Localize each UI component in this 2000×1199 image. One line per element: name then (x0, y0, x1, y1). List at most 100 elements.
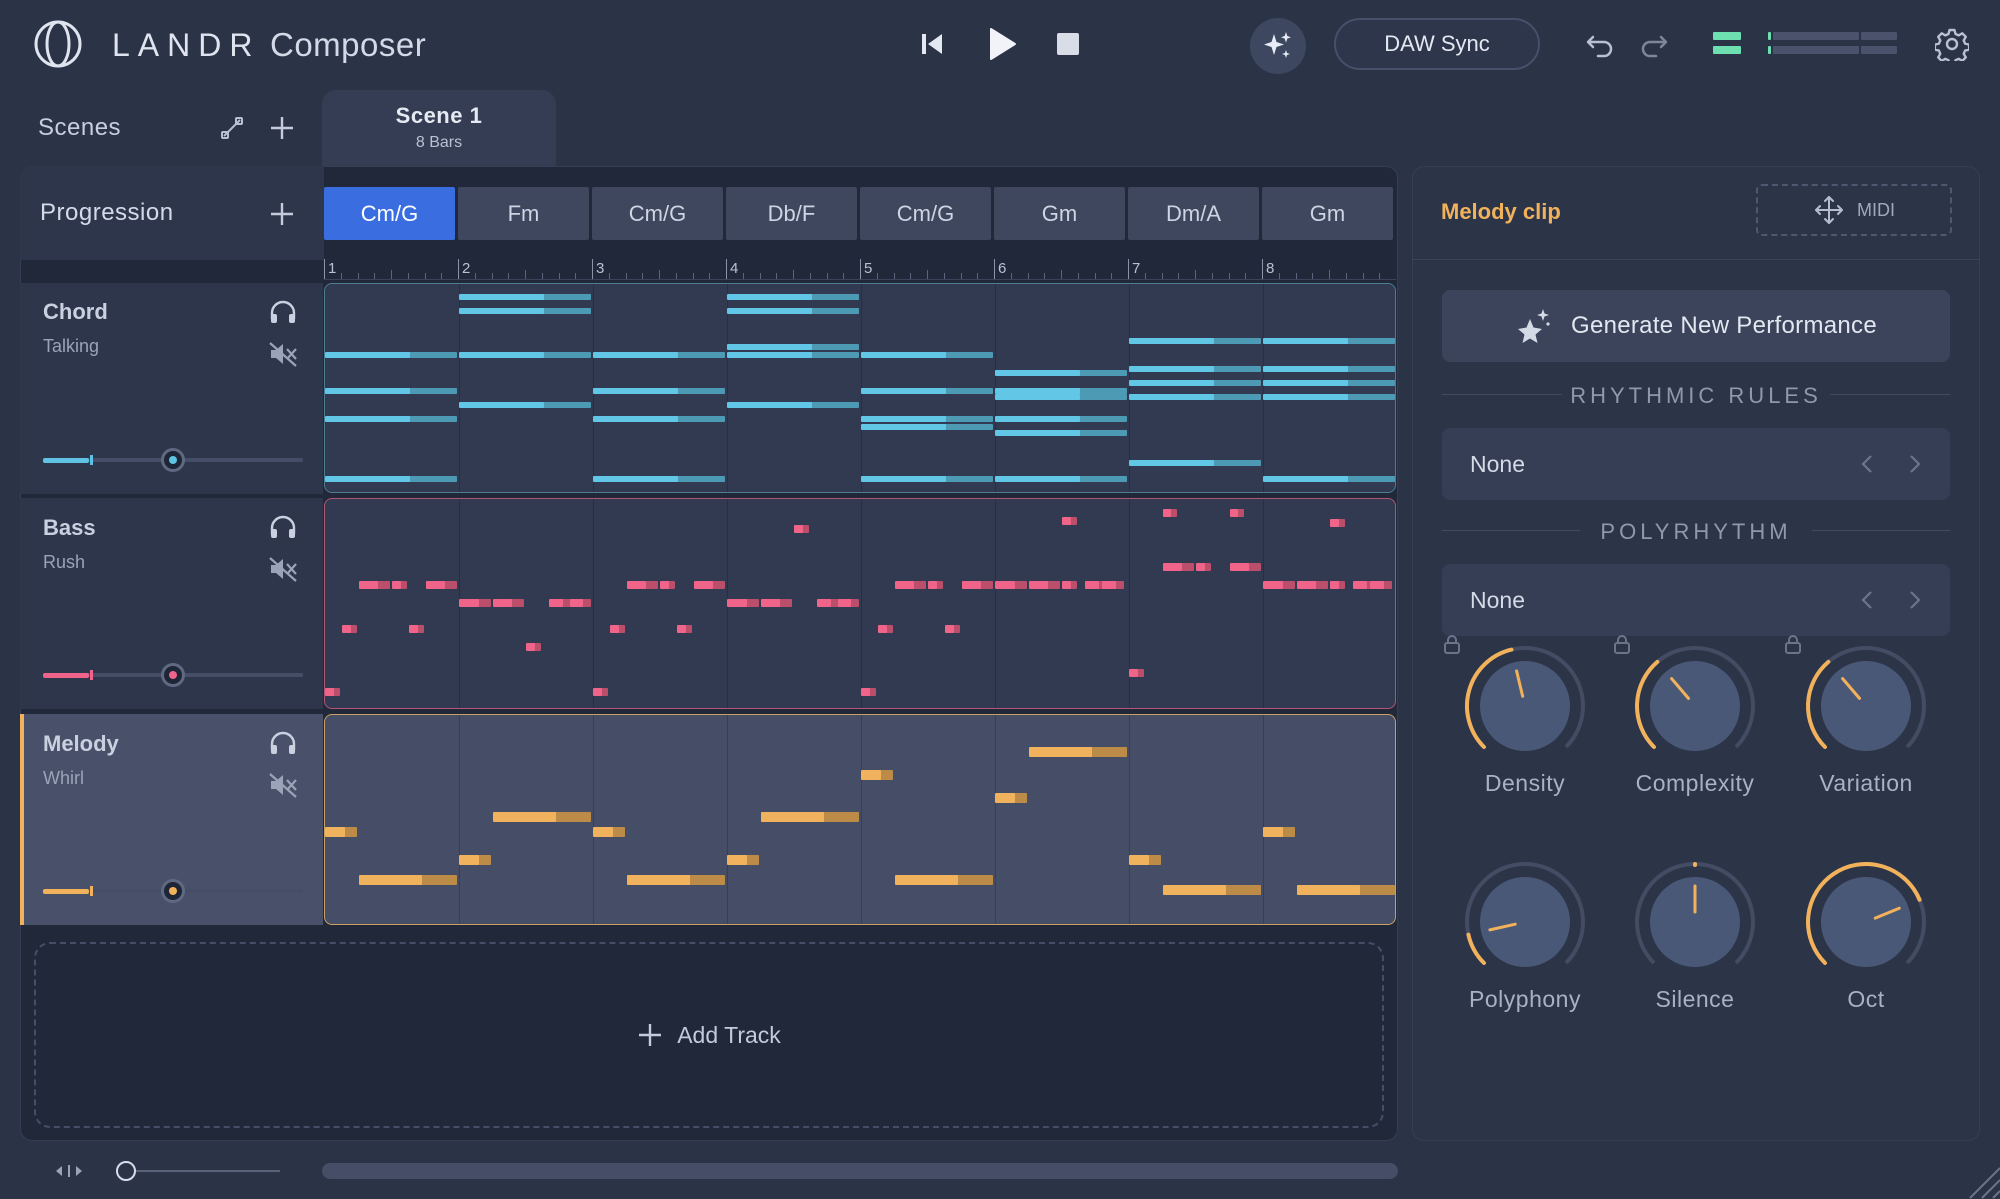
midi-note[interactable] (995, 793, 1027, 803)
midi-note[interactable] (794, 525, 809, 533)
lock-icon[interactable] (1443, 634, 1461, 654)
midi-note[interactable] (727, 599, 759, 607)
midi-note[interactable] (1196, 563, 1211, 571)
midi-note[interactable] (693, 581, 725, 589)
midi-note[interactable] (593, 416, 725, 422)
midi-note[interactable] (358, 581, 390, 589)
midi-note[interactable] (727, 294, 859, 300)
midi-note[interactable] (676, 625, 692, 633)
midi-note[interactable] (1296, 581, 1328, 589)
midi-note[interactable] (760, 599, 792, 607)
rewind-button[interactable] (912, 26, 952, 62)
midi-note[interactable] (459, 855, 491, 865)
midi-note[interactable] (425, 581, 457, 589)
chord-button-5[interactable]: Cm/G (860, 187, 991, 240)
midi-note[interactable] (894, 581, 926, 589)
midi-note[interactable] (1062, 581, 1077, 589)
midi-note[interactable] (861, 416, 993, 422)
midi-note[interactable] (593, 827, 625, 837)
midi-note[interactable] (877, 625, 893, 633)
lock-icon[interactable] (1784, 634, 1802, 654)
midi-note[interactable] (1370, 581, 1392, 589)
midi-note[interactable] (1263, 394, 1395, 400)
midi-note[interactable] (995, 476, 1127, 482)
midi-note[interactable] (727, 402, 859, 408)
midi-note[interactable] (760, 812, 859, 822)
midi-note[interactable] (660, 581, 675, 589)
midi-note[interactable] (861, 476, 993, 482)
midi-note[interactable] (1263, 476, 1395, 482)
midi-note[interactable] (325, 476, 457, 482)
midi-note[interactable] (1229, 509, 1245, 517)
midi-note[interactable] (861, 352, 993, 358)
chord-button-7[interactable]: Dm/A (1128, 187, 1259, 240)
midi-note[interactable] (995, 370, 1127, 376)
midi-note[interactable] (549, 599, 571, 607)
midi-note[interactable] (459, 599, 491, 607)
chord-button-8[interactable]: Gm (1262, 187, 1393, 240)
midi-note[interactable] (861, 388, 993, 394)
track-preset-bass[interactable]: Rush (43, 552, 85, 573)
mute-speaker-icon[interactable] (268, 341, 298, 367)
midi-note[interactable] (1263, 366, 1395, 372)
polyrhythm-select[interactable]: None (1442, 564, 1950, 636)
midi-note[interactable] (609, 625, 625, 633)
chevron-right-icon[interactable] (1900, 450, 1928, 478)
midi-note[interactable] (861, 770, 893, 780)
midi-note[interactable] (1263, 581, 1295, 589)
midi-note[interactable] (727, 352, 859, 358)
midi-note[interactable] (1330, 519, 1345, 527)
midi-note[interactable] (626, 581, 658, 589)
chord-button-2[interactable]: Fm (458, 187, 589, 240)
midi-note[interactable] (1296, 885, 1395, 895)
midi-note[interactable] (593, 388, 725, 394)
chevron-right-icon[interactable] (1900, 586, 1928, 614)
midi-note[interactable] (341, 625, 357, 633)
midi-note[interactable] (325, 352, 457, 358)
bar-ruler[interactable]: 1 2 3 4 5 6 7 8 (324, 258, 1396, 280)
scene-expand-button[interactable] (216, 112, 248, 144)
midi-note[interactable] (1129, 380, 1261, 386)
midi-note[interactable] (995, 416, 1127, 422)
midi-note[interactable] (593, 688, 608, 696)
lock-icon[interactable] (1613, 634, 1631, 654)
midi-note[interactable] (1028, 581, 1060, 589)
midi-note[interactable] (593, 352, 725, 358)
stop-button[interactable] (1050, 26, 1086, 62)
volume-knob-chord[interactable] (161, 448, 185, 472)
chord-button-4[interactable]: Db/F (726, 187, 857, 240)
midi-note[interactable] (1062, 517, 1077, 525)
midi-note[interactable] (944, 625, 960, 633)
knob-density[interactable] (1460, 641, 1590, 771)
midi-note[interactable] (1129, 460, 1261, 466)
knob-oct[interactable] (1801, 857, 1931, 987)
midi-note[interactable] (1162, 509, 1178, 517)
track-preset-chord[interactable]: Talking (43, 336, 99, 357)
generate-performance-button[interactable]: Generate New Performance (1442, 290, 1950, 362)
midi-note[interactable] (817, 599, 839, 607)
midi-note[interactable] (626, 875, 725, 885)
midi-note[interactable] (995, 394, 1127, 400)
zoom-slider-track[interactable] (126, 1170, 280, 1172)
volume-knob-bass[interactable] (161, 663, 185, 687)
midi-note[interactable] (1129, 669, 1144, 677)
chord-button-1[interactable]: Cm/G (324, 187, 455, 240)
undo-button[interactable] (1582, 26, 1618, 62)
knob-variation[interactable] (1801, 641, 1931, 771)
midi-note[interactable] (928, 581, 943, 589)
midi-note[interactable] (459, 294, 591, 300)
mute-speaker-icon[interactable] (268, 772, 298, 798)
horizontal-scrollbar[interactable] (322, 1163, 1398, 1179)
midi-note[interactable] (325, 827, 357, 837)
knob-silence[interactable] (1630, 857, 1760, 987)
ai-assist-button[interactable] (1250, 18, 1306, 74)
midi-note[interactable] (492, 812, 591, 822)
midi-note[interactable] (1129, 394, 1261, 400)
midi-note[interactable] (1028, 747, 1127, 757)
midi-note[interactable] (727, 308, 859, 314)
midi-note[interactable] (1263, 338, 1395, 344)
redo-button[interactable] (1636, 26, 1672, 62)
zoom-width-button[interactable] (52, 1160, 86, 1182)
add-chord-button[interactable] (266, 198, 298, 230)
midi-note[interactable] (408, 625, 424, 633)
